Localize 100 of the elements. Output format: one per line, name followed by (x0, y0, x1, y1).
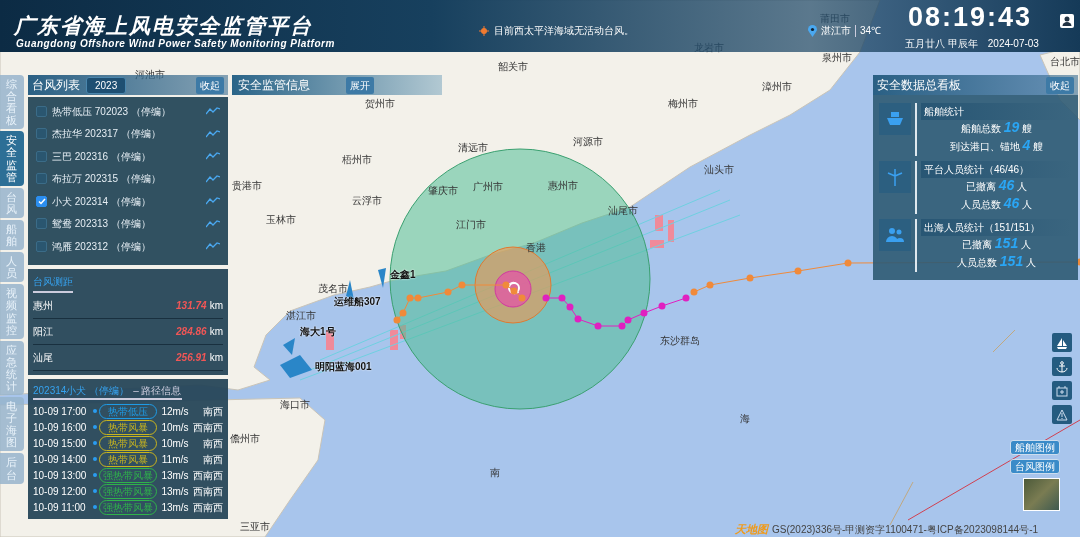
battery-icon (1056, 384, 1068, 397)
speed-text: 11m/s (160, 452, 190, 467)
speed-text: 13m/s (160, 468, 190, 483)
map-tool-button[interactable] (1052, 333, 1072, 352)
unit-text: 人 (1021, 238, 1032, 252)
stat-label: 已撤离 (965, 180, 996, 194)
stat-label: 已撤离 (961, 238, 992, 252)
time-text: 10-09 12:00 (33, 484, 88, 499)
checkbox[interactable] (36, 128, 47, 140)
time-text: 10-09 16:00 (33, 420, 88, 435)
typhoon-icon (508, 281, 520, 295)
map-tool-button[interactable] (1052, 381, 1072, 400)
trend-icon[interactable] (206, 197, 220, 206)
city-label: 玉林市 (266, 215, 296, 225)
stat-value: 4 (1022, 138, 1031, 152)
map-logo: 天地图 (735, 524, 768, 535)
stat-value: 46 (1003, 196, 1020, 210)
people-icon (885, 227, 905, 243)
city-label: 汕头市 (704, 165, 734, 175)
sailboat-icon (1056, 336, 1068, 349)
city-label: 东沙群岛 (660, 336, 700, 346)
direction-text: 南西 (202, 436, 223, 451)
app-subtitle: Guangdong Offshore Wind Power Safety Monitoring Platform (16, 37, 335, 51)
typhoon-name[interactable]: 三巴 202316 （停编） (52, 148, 151, 164)
trend-icon[interactable] (206, 242, 220, 251)
typhoon-name[interactable]: 布拉万 202315 （停编） (52, 171, 161, 187)
timeline-dot (93, 457, 97, 461)
time-text: 10-09 14:00 (33, 452, 88, 467)
typhoon-name[interactable]: 鸳鸯 202313 （停编） (52, 216, 151, 232)
stat-value: 151 (994, 236, 1019, 250)
satellite-thumbnail[interactable] (1023, 478, 1060, 511)
city-label: 台北市 (1050, 57, 1080, 67)
date-text: 2024-07-03 (987, 37, 1039, 51)
temperature: 34℃ (860, 24, 882, 38)
time-text: 10-09 17:00 (33, 404, 88, 419)
city-label: 茂名市 (318, 284, 348, 294)
typhoon-name[interactable]: 鸿雁 202312 （停编） (52, 238, 151, 254)
distance-tab[interactable]: 台风测距 (33, 274, 73, 293)
clock-time: 08:19:43 (908, 4, 1033, 31)
city-label: 江门市 (456, 220, 486, 230)
city-label: 梅州市 (668, 99, 698, 109)
unit-text: km (209, 325, 223, 339)
ship-label: 金鑫1 (390, 270, 416, 280)
timeline-dot (93, 473, 97, 477)
collapse-button[interactable]: 收起 (196, 76, 224, 94)
trend-icon[interactable] (206, 152, 220, 161)
user-icon[interactable] (1060, 14, 1074, 28)
collapse-button[interactable]: 收起 (1046, 76, 1074, 94)
ship-label: 海大1号 (300, 327, 336, 337)
unit-text: 艘 (1033, 140, 1044, 154)
place-name: 汕尾 (33, 351, 53, 365)
trend-icon[interactable] (206, 219, 220, 228)
typhoon-name[interactable]: 热带低压 702023 （停编） (52, 103, 171, 119)
wind-turbine-icon (886, 168, 904, 186)
stat-value: 151 (999, 254, 1024, 268)
panel-title: 安全监管信息 (238, 77, 310, 94)
trend-icon[interactable] (206, 107, 220, 116)
side-tab[interactable]: 安全监管 (0, 131, 24, 186)
city-label: 漳州市 (762, 82, 792, 92)
map-tool-button[interactable] (1052, 357, 1072, 376)
trend-icon[interactable] (206, 129, 220, 138)
checkbox[interactable] (36, 218, 47, 230)
direction-text: 西南西 (193, 468, 223, 483)
expand-button[interactable]: 展开 (346, 76, 374, 94)
distance-value: 256.91 (176, 351, 207, 365)
location-pin-icon (808, 24, 817, 37)
typhoon-name[interactable]: 杰拉华 202317 （停编） (52, 126, 161, 142)
city-label: 三亚市 (240, 522, 270, 532)
legend-button[interactable]: 船舶图例 (1010, 440, 1060, 455)
city-label: 海口市 (280, 400, 310, 410)
legend-button[interactable]: 台风图例 (1010, 459, 1060, 474)
panel-title: 台风列表 (32, 77, 80, 94)
checkbox[interactable] (36, 105, 47, 117)
timeline-dot (93, 489, 97, 493)
lunar-date: 五月廿八 甲辰年 (905, 37, 978, 51)
checkbox[interactable] (36, 195, 47, 207)
typhoon-name[interactable]: 小犬 202314 （停编） (52, 193, 151, 209)
direction-text: 西南西 (193, 484, 223, 499)
speed-text: 13m/s (160, 484, 190, 499)
direction-text: 南西 (202, 452, 223, 467)
city-label: 香港 (526, 243, 546, 253)
checkbox[interactable] (36, 150, 47, 162)
year-field[interactable]: 2023 (86, 76, 127, 94)
city-label: 韶关市 (498, 62, 528, 72)
trend-icon[interactable] (206, 174, 220, 183)
path-title: 202314小犬 （停编） (33, 384, 130, 398)
path-subtitle: – 路径信息 (133, 384, 182, 398)
unit-text: 人 (1022, 198, 1033, 212)
checkbox[interactable] (36, 240, 47, 252)
city-label: 南 (490, 468, 500, 478)
speed-text: 13m/s (160, 500, 190, 515)
speed-text: 10m/s (160, 420, 190, 435)
checkbox[interactable] (36, 173, 47, 185)
unit-text: km (209, 351, 223, 365)
time-text: 10-09 15:00 (33, 436, 88, 451)
panel-title: 安全数据总看板 (877, 77, 961, 94)
unit-text: km (209, 299, 223, 313)
speed-text: 10m/s (160, 436, 190, 451)
city-name: 湛江市 (821, 24, 851, 38)
map-tool-button[interactable] (1052, 405, 1072, 424)
